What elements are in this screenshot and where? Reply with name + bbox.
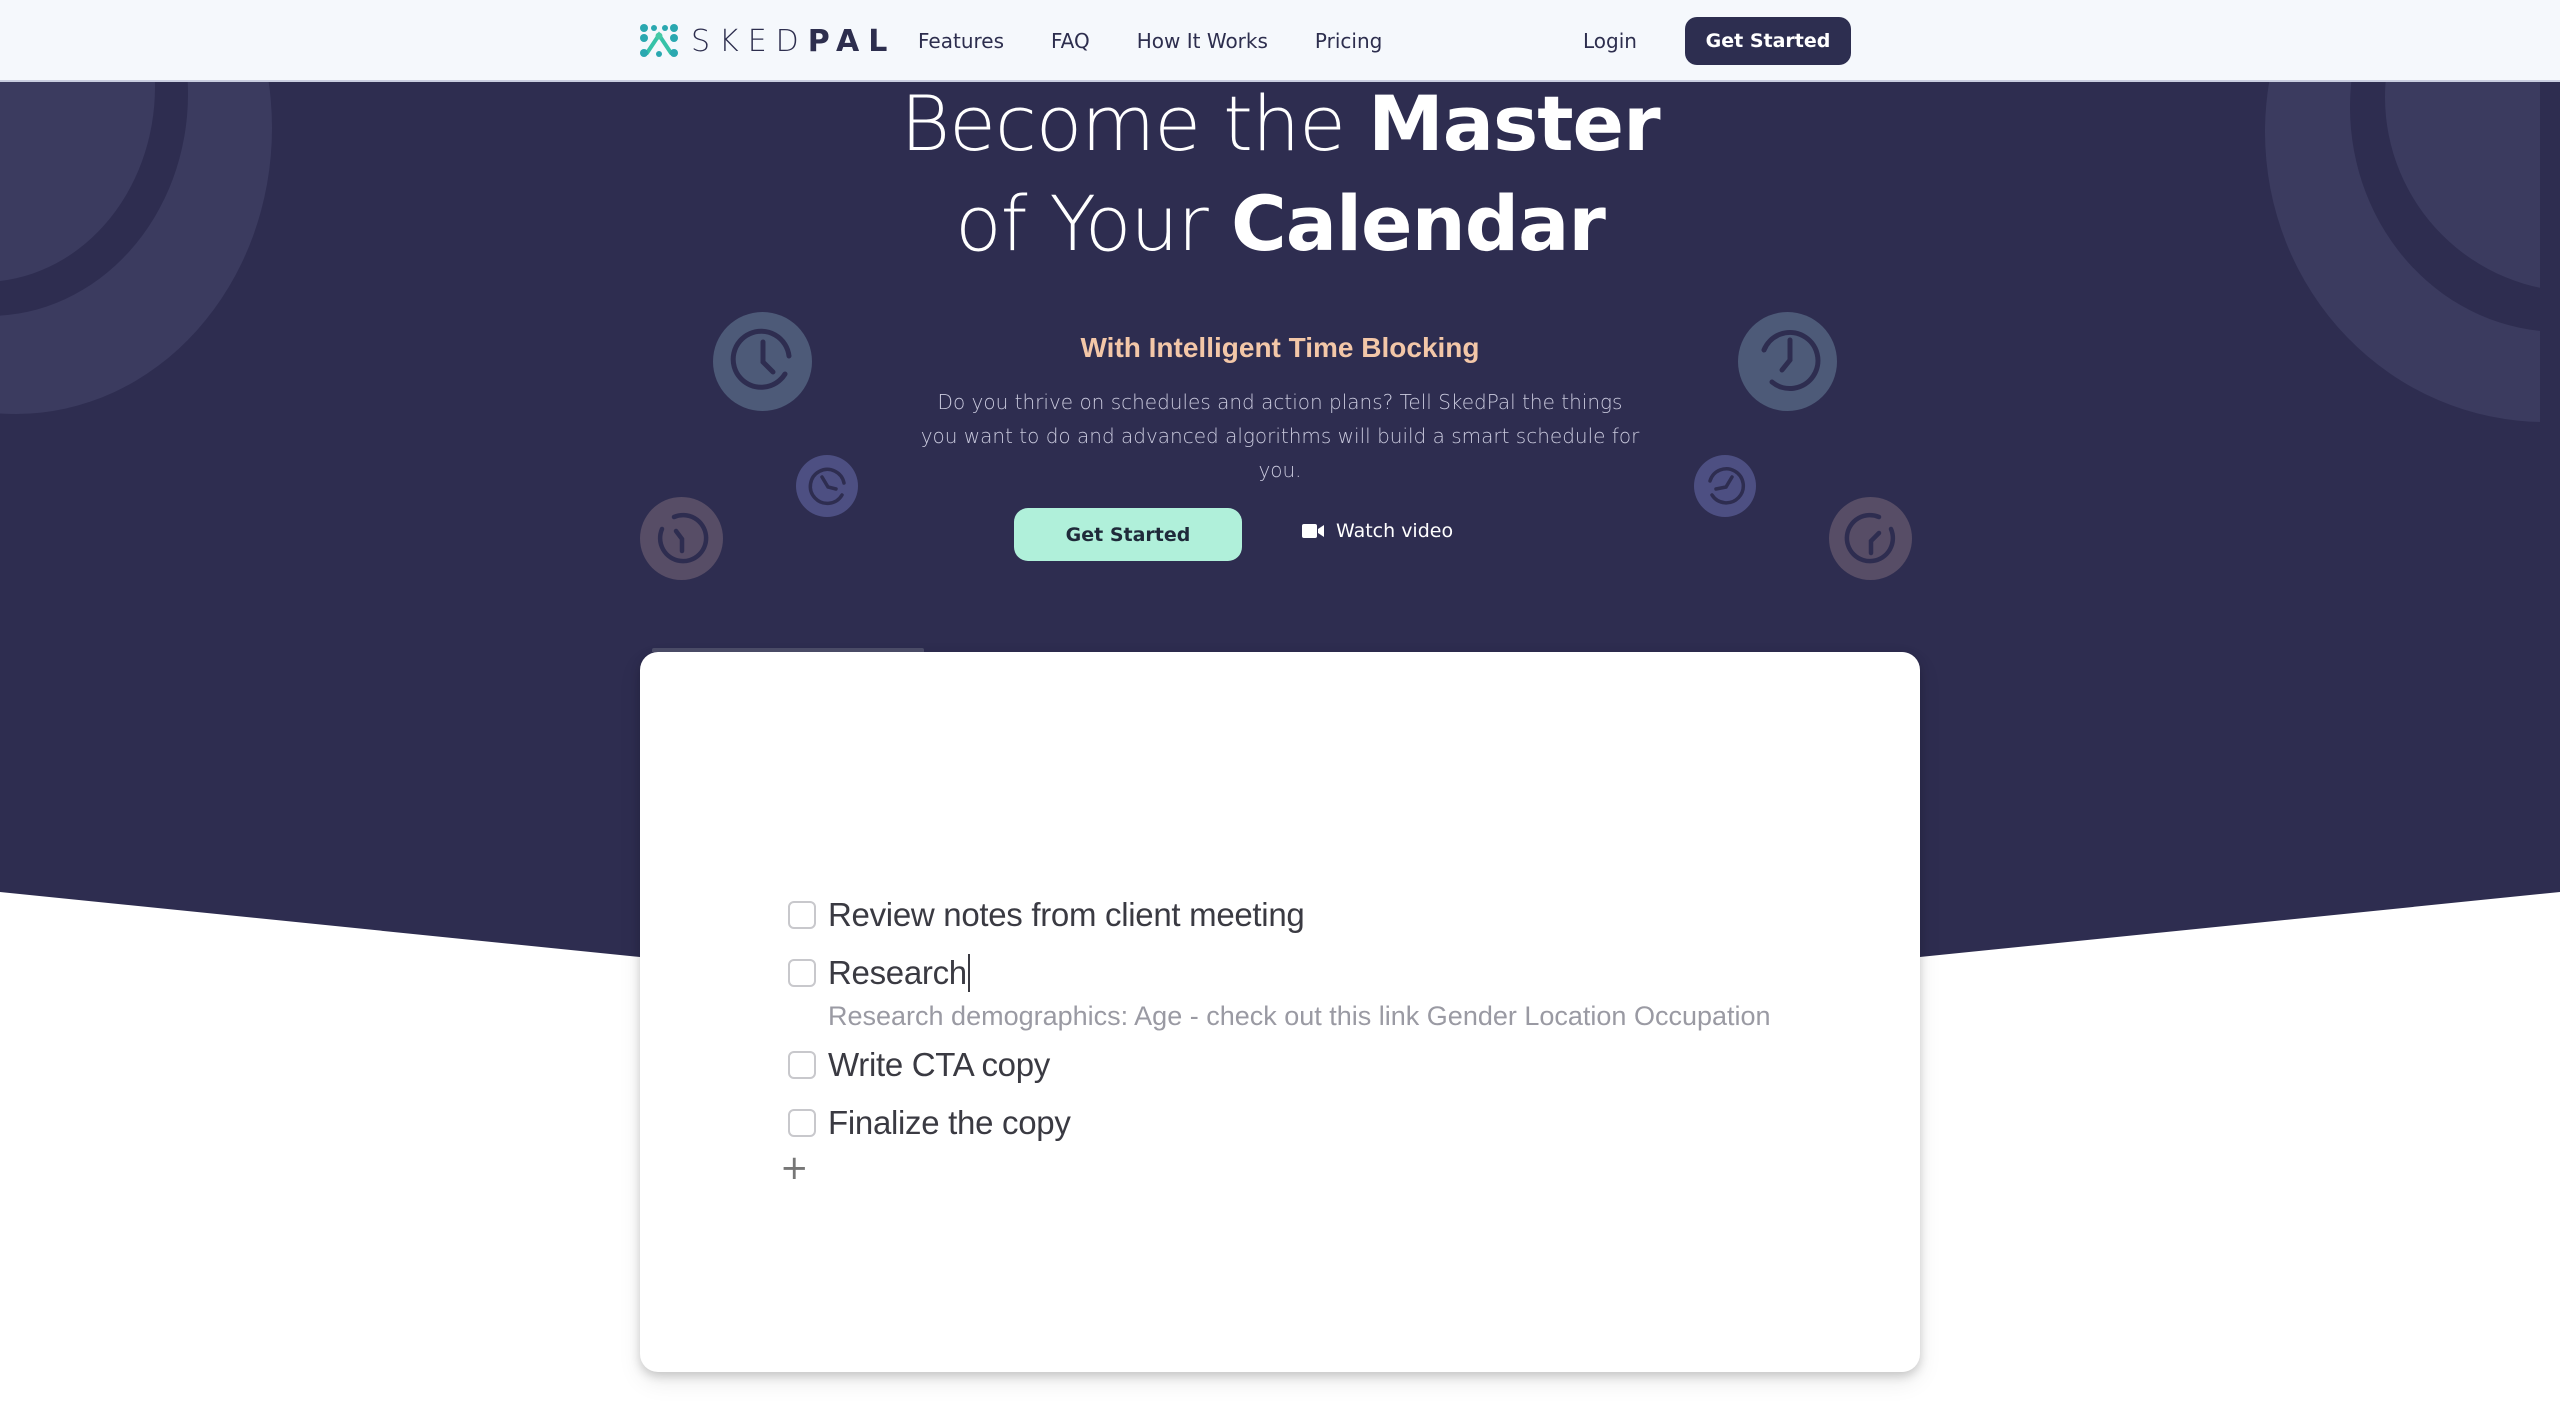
video-camera-icon [1302,524,1324,538]
nav-link-faq[interactable]: FAQ [1051,26,1090,56]
task-title[interactable]: Write CTA copy [828,1046,1050,1084]
task-item: Write CTA copy [788,1036,1771,1094]
clock-icon [1829,497,1912,580]
task-note[interactable]: Research demographics: Age - check out t… [828,996,1771,1036]
logo-wordmark: SKEDPAL [691,24,896,59]
hero-subtitle: With Intelligent Time Blocking [1080,332,1480,363]
login-link[interactable]: Login [1583,26,1637,56]
logo-text-bold: PAL [807,23,897,59]
skedpal-logo[interactable]: SKEDPAL [639,22,896,60]
clock-icon [796,455,858,517]
nav-links: Features FAQ How It Works Pricing [918,26,1429,56]
top-navbar: SKEDPAL Features FAQ How It Works Pricin… [0,0,2560,82]
hero-get-started-button[interactable]: Get Started [1014,508,1242,561]
task-list: Review notes from client meeting Researc… [780,886,1771,1188]
hero-title-bold: Calendar [1230,179,1606,268]
nav-link-how-it-works[interactable]: How It Works [1137,26,1268,56]
hero-title-line-2: of Your Calendar [0,174,2560,274]
task-title[interactable]: Finalize the copy [828,1104,1071,1142]
nav-get-started-button[interactable]: Get Started [1685,17,1851,65]
task-checkbox[interactable] [788,959,816,987]
hero-description: Do you thrive on schedules and action pl… [920,390,1640,482]
logo-text-light: SKED [691,23,808,59]
hero-title-light: of Your [955,179,1231,268]
hero-title-bold: Master [1368,82,1661,168]
task-title[interactable]: Review notes from client meeting [828,896,1305,934]
task-title-input[interactable]: Research [828,954,970,992]
add-task-plus-icon[interactable]: + [780,1148,810,1188]
task-item: Research [788,944,1771,1002]
task-checkbox[interactable] [788,1051,816,1079]
hero-title-line-1: Become the Master [0,82,2560,174]
clock-icon [640,497,723,580]
task-item: Finalize the copy [788,1094,1771,1152]
logo-mark-icon [640,24,678,57]
nav-link-pricing[interactable]: Pricing [1315,26,1382,56]
watch-video-label: Watch video [1336,520,1454,542]
task-checkbox[interactable] [788,1109,816,1137]
nav-link-features[interactable]: Features [918,26,1004,56]
demo-tab-indicator [652,648,924,652]
task-item: Review notes from client meeting [788,886,1771,944]
demo-task-card: Review notes from client meeting Researc… [640,648,1920,1372]
task-checkbox[interactable] [788,901,816,929]
hero-title-light: Become the [900,82,1369,168]
clock-icon [1694,455,1756,517]
watch-video-button[interactable]: Watch video [1302,516,1453,546]
